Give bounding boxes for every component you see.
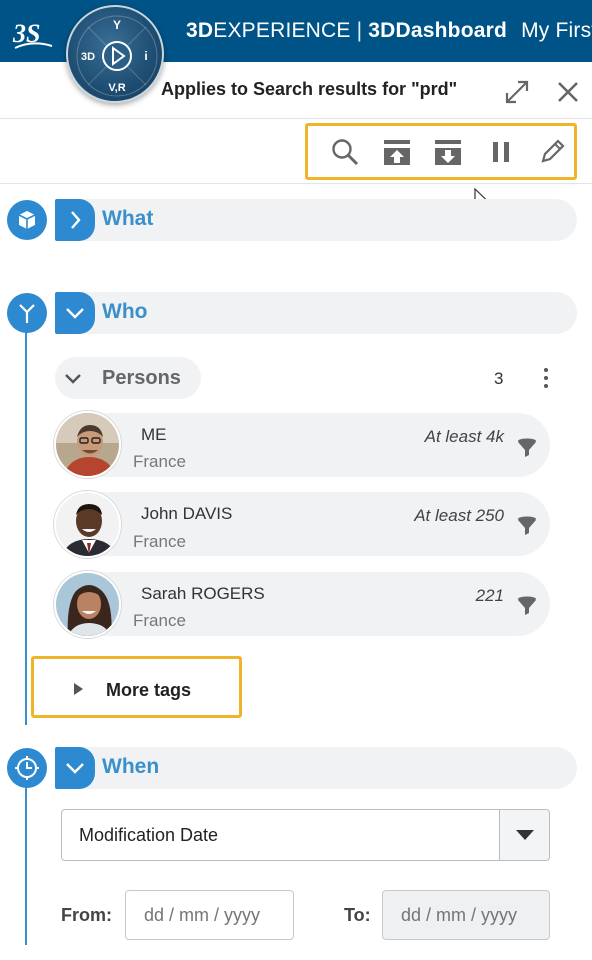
person-name: John DAVIS	[141, 504, 233, 523]
app-name[interactable]: 3DDashboard	[368, 19, 507, 42]
compass-right-label: i	[144, 49, 147, 63]
app-title: 3DEXPERIENCE|3DDashboard My First D	[186, 19, 592, 43]
more-options-icon[interactable]	[538, 366, 554, 390]
close-icon[interactable]	[555, 79, 581, 105]
to-label: To:	[344, 905, 371, 925]
dassault-logo: 3S	[12, 19, 53, 49]
date-field-value: Modification Date	[79, 825, 219, 845]
person-country: France	[133, 611, 186, 630]
filter-icon[interactable]	[516, 515, 538, 537]
brand-bold: 3D	[186, 19, 214, 42]
who-section-label[interactable]: Who	[102, 300, 147, 324]
who-toggle-button[interactable]	[55, 292, 95, 334]
title-separator: |	[356, 19, 363, 42]
what-toggle-button[interactable]	[55, 199, 95, 241]
what-section-icon	[7, 200, 47, 240]
chevron-down-icon	[66, 308, 84, 319]
caret-down-icon[interactable]	[499, 810, 549, 860]
brand-rest: EXPERIENCE	[213, 19, 351, 42]
panel-title: Applies to Search results for "prd"	[161, 79, 458, 99]
compass-top-label: Y	[113, 18, 121, 32]
cube-icon	[18, 211, 36, 229]
chevron-down-icon	[66, 763, 84, 774]
when-section-icon	[7, 748, 47, 788]
person-result-count: At least 4k	[424, 427, 504, 446]
compass-bottom-label: V,R	[108, 82, 125, 94]
pause-icon[interactable]	[486, 137, 516, 167]
avatar	[54, 491, 121, 558]
who-timeline-line	[25, 313, 27, 725]
compass-widget[interactable]: Y 3D i V,R	[66, 5, 164, 103]
when-toggle-button[interactable]	[55, 747, 95, 789]
date-field-select[interactable]: Modification Date	[61, 809, 550, 861]
chevron-down-icon[interactable]	[62, 367, 84, 389]
person-icon	[19, 304, 35, 323]
expand-all-icon[interactable]	[382, 137, 412, 167]
collapse-all-icon[interactable]	[433, 137, 463, 167]
from-date-input[interactable]	[125, 890, 294, 940]
what-section-label[interactable]: What	[102, 207, 153, 231]
filter-icon[interactable]	[516, 437, 538, 459]
person-result-count: 221	[475, 586, 504, 605]
dashboard-name[interactable]: My First D	[521, 19, 592, 42]
persons-group-label[interactable]: Persons	[102, 367, 181, 390]
filter-icon[interactable]	[516, 595, 538, 617]
who-section-icon	[7, 293, 47, 333]
avatar	[54, 411, 121, 478]
header-divider	[0, 118, 592, 119]
toolbar-divider	[0, 183, 592, 184]
when-section-label[interactable]: When	[102, 755, 159, 779]
person-name: ME	[141, 425, 167, 444]
when-timeline-line	[25, 770, 27, 945]
person-name: Sarah ROGERS	[141, 584, 265, 603]
chevron-right-icon	[71, 211, 81, 229]
person-result-count: At least 250	[414, 506, 504, 525]
avatar	[54, 571, 121, 638]
persons-count: 3	[494, 369, 504, 388]
person-country: France	[133, 532, 186, 551]
to-date-input[interactable]	[382, 890, 550, 940]
more-tags-button[interactable]: More tags	[106, 680, 191, 701]
compass-left-label: 3D	[81, 51, 95, 63]
person-country: France	[133, 452, 186, 471]
search-icon[interactable]	[330, 137, 360, 167]
clock-icon	[15, 756, 39, 780]
expand-icon[interactable]	[503, 78, 531, 106]
from-label: From:	[61, 905, 112, 925]
edit-icon[interactable]	[537, 137, 567, 167]
caret-right-icon[interactable]	[74, 683, 83, 695]
